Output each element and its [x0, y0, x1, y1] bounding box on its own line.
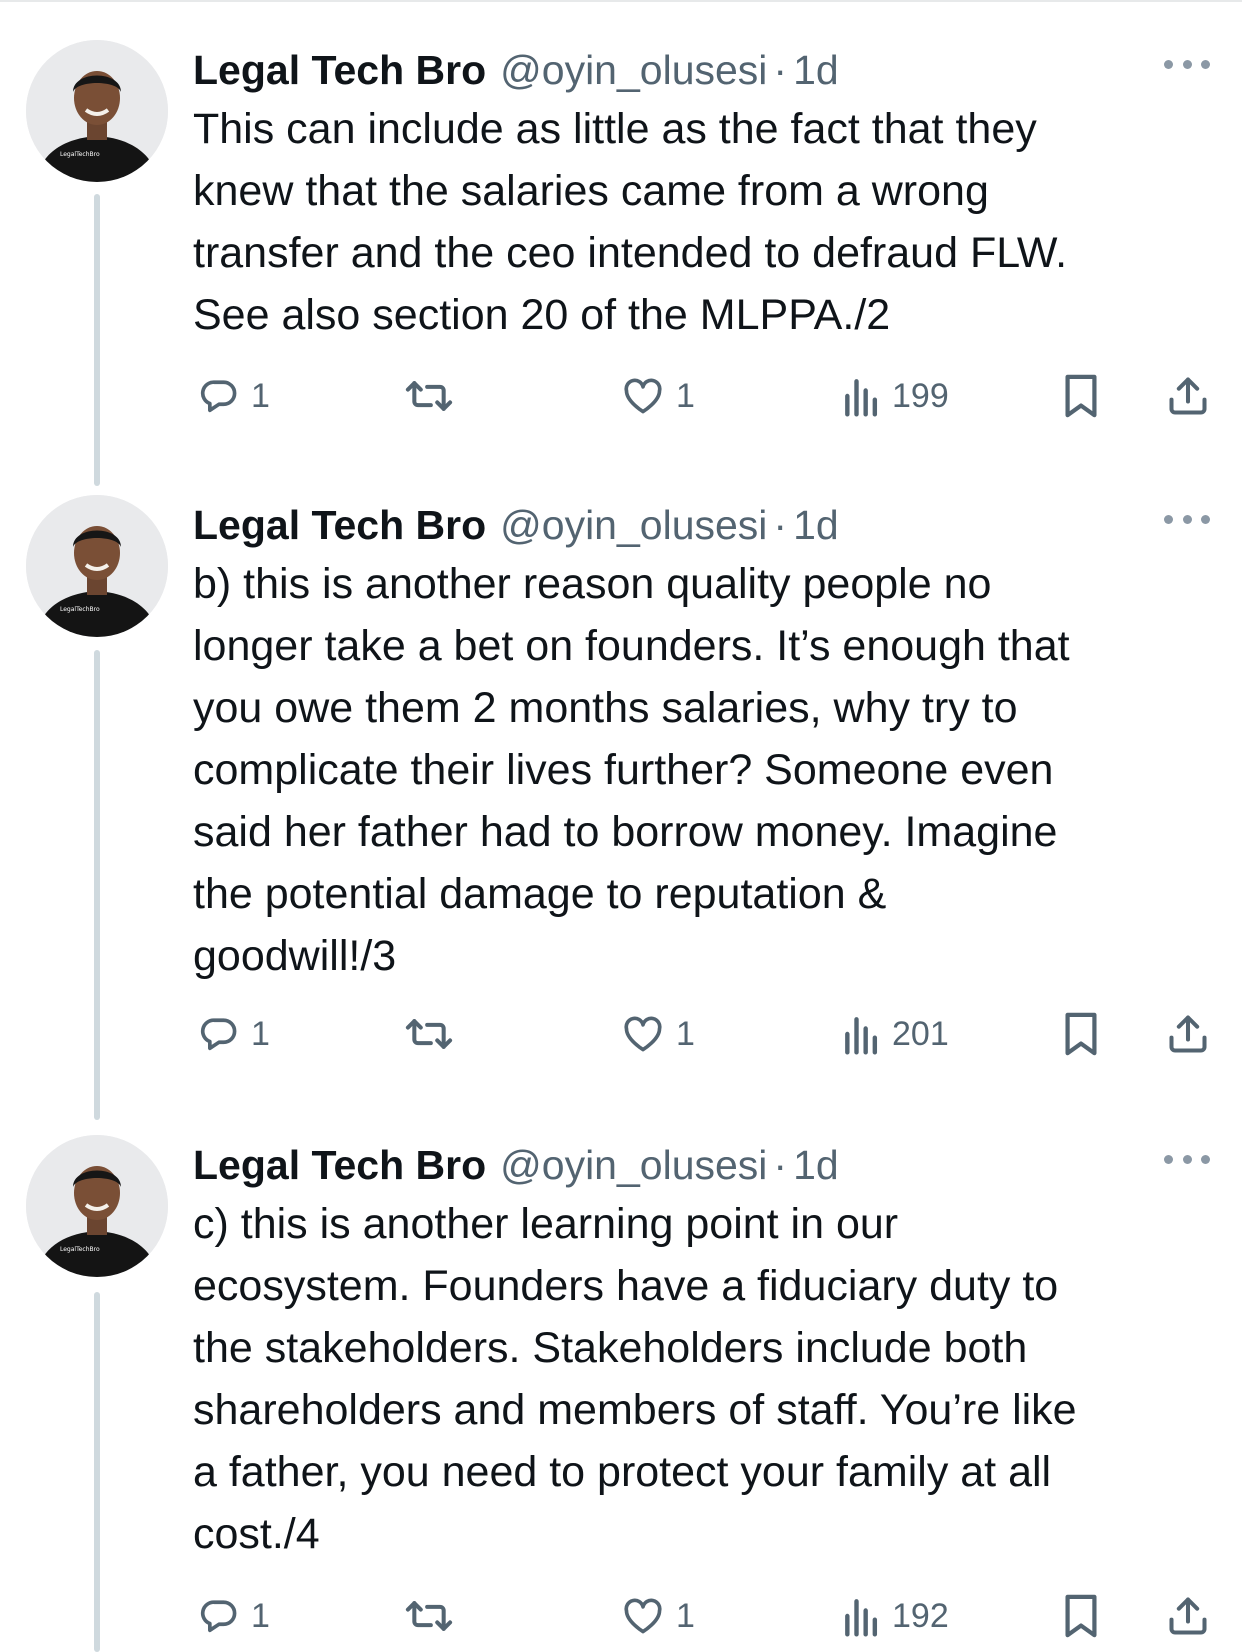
- bookmark-button[interactable]: [1061, 1586, 1101, 1646]
- retweet-icon: [405, 1601, 453, 1631]
- bookmark-icon: [1065, 1594, 1097, 1638]
- share-button[interactable]: [1166, 366, 1210, 426]
- tweet-header: Legal Tech Bro @oyin_olusesi · 1d: [193, 495, 839, 555]
- tweet-text: c) this is another learning point in our…: [193, 1200, 1077, 1558]
- avatar[interactable]: LegalTechBro: [26, 40, 168, 182]
- author-name[interactable]: Legal Tech Bro: [193, 495, 486, 555]
- like-icon: [624, 378, 662, 414]
- action-bar: 1 1 199: [0, 366, 1242, 426]
- like-button[interactable]: 1: [620, 1586, 695, 1646]
- tweet-header: Legal Tech Bro @oyin_olusesi · 1d: [193, 40, 839, 100]
- view-count: 192: [892, 1596, 949, 1635]
- avatar-shirt-text: LegalTechBro: [60, 151, 100, 158]
- retweet-icon: [405, 1019, 453, 1049]
- separator-dot: ·: [773, 47, 788, 93]
- views-button[interactable]: 199: [842, 366, 949, 426]
- reply-icon: [200, 1018, 237, 1051]
- timestamp[interactable]: 1d: [793, 1135, 839, 1195]
- share-icon: [1169, 377, 1207, 415]
- reply-icon: [200, 380, 237, 413]
- reply-count: 1: [251, 1596, 270, 1635]
- more-icon[interactable]: [1164, 1149, 1210, 1169]
- view-count: 201: [892, 1014, 949, 1053]
- views-button[interactable]: 192: [842, 1586, 949, 1646]
- like-icon: [624, 1016, 662, 1052]
- retweet-icon: [405, 381, 453, 411]
- bookmark-icon: [1065, 1012, 1097, 1056]
- retweet-button[interactable]: [405, 1004, 463, 1064]
- reply-count: 1: [251, 376, 270, 415]
- retweet-button[interactable]: [405, 366, 463, 426]
- author-name[interactable]: Legal Tech Bro: [193, 1135, 486, 1195]
- like-icon: [624, 1598, 662, 1634]
- reply-button[interactable]: 1: [197, 1586, 270, 1646]
- author-handle[interactable]: @oyin_olusesi: [500, 40, 767, 100]
- views-icon: [845, 379, 878, 417]
- avatar-shirt-text: LegalTechBro: [60, 1246, 100, 1253]
- author-handle[interactable]: @oyin_olusesi: [500, 1135, 767, 1195]
- more-icon[interactable]: [1164, 54, 1210, 74]
- action-bar: 1 1 201: [0, 1004, 1242, 1064]
- timestamp[interactable]: 1d: [793, 40, 839, 100]
- bookmark-button[interactable]: [1061, 366, 1101, 426]
- avatar-shirt-text: LegalTechBro: [60, 606, 100, 613]
- reply-count: 1: [251, 1014, 270, 1053]
- like-count: 1: [676, 1014, 695, 1053]
- thread-line: [94, 194, 100, 486]
- like-button[interactable]: 1: [620, 1004, 695, 1064]
- avatar[interactable]: LegalTechBro: [26, 1135, 168, 1277]
- separator-dot: ·: [773, 1142, 788, 1188]
- view-count: 199: [892, 376, 949, 415]
- share-button[interactable]: [1166, 1004, 1210, 1064]
- retweet-button[interactable]: [405, 1586, 463, 1646]
- action-bar: 1 1 192: [0, 1586, 1242, 1646]
- more-icon[interactable]: [1164, 509, 1210, 529]
- separator-dot: ·: [773, 502, 788, 548]
- bookmark-button[interactable]: [1061, 1004, 1101, 1064]
- reply-icon: [200, 1600, 237, 1633]
- reply-button[interactable]: 1: [197, 366, 270, 426]
- avatar[interactable]: LegalTechBro: [26, 495, 168, 637]
- share-button[interactable]: [1166, 1586, 1210, 1646]
- tweet-text: b) this is another reason quality people…: [193, 560, 1070, 980]
- share-icon: [1169, 1015, 1207, 1053]
- views-button[interactable]: 201: [842, 1004, 949, 1064]
- like-button[interactable]: 1: [620, 366, 695, 426]
- timestamp[interactable]: 1d: [793, 495, 839, 555]
- like-count: 1: [676, 1596, 695, 1635]
- author-handle[interactable]: @oyin_olusesi: [500, 495, 767, 555]
- author-name[interactable]: Legal Tech Bro: [193, 40, 486, 100]
- views-icon: [845, 1599, 878, 1637]
- share-icon: [1169, 1597, 1207, 1635]
- like-count: 1: [676, 376, 695, 415]
- bookmark-icon: [1065, 374, 1097, 418]
- tweet-text: This can include as little as the fact t…: [193, 105, 1068, 339]
- reply-button[interactable]: 1: [197, 1004, 270, 1064]
- top-divider: [0, 0, 1242, 2]
- tweet-header: Legal Tech Bro @oyin_olusesi · 1d: [193, 1135, 839, 1195]
- views-icon: [845, 1017, 878, 1055]
